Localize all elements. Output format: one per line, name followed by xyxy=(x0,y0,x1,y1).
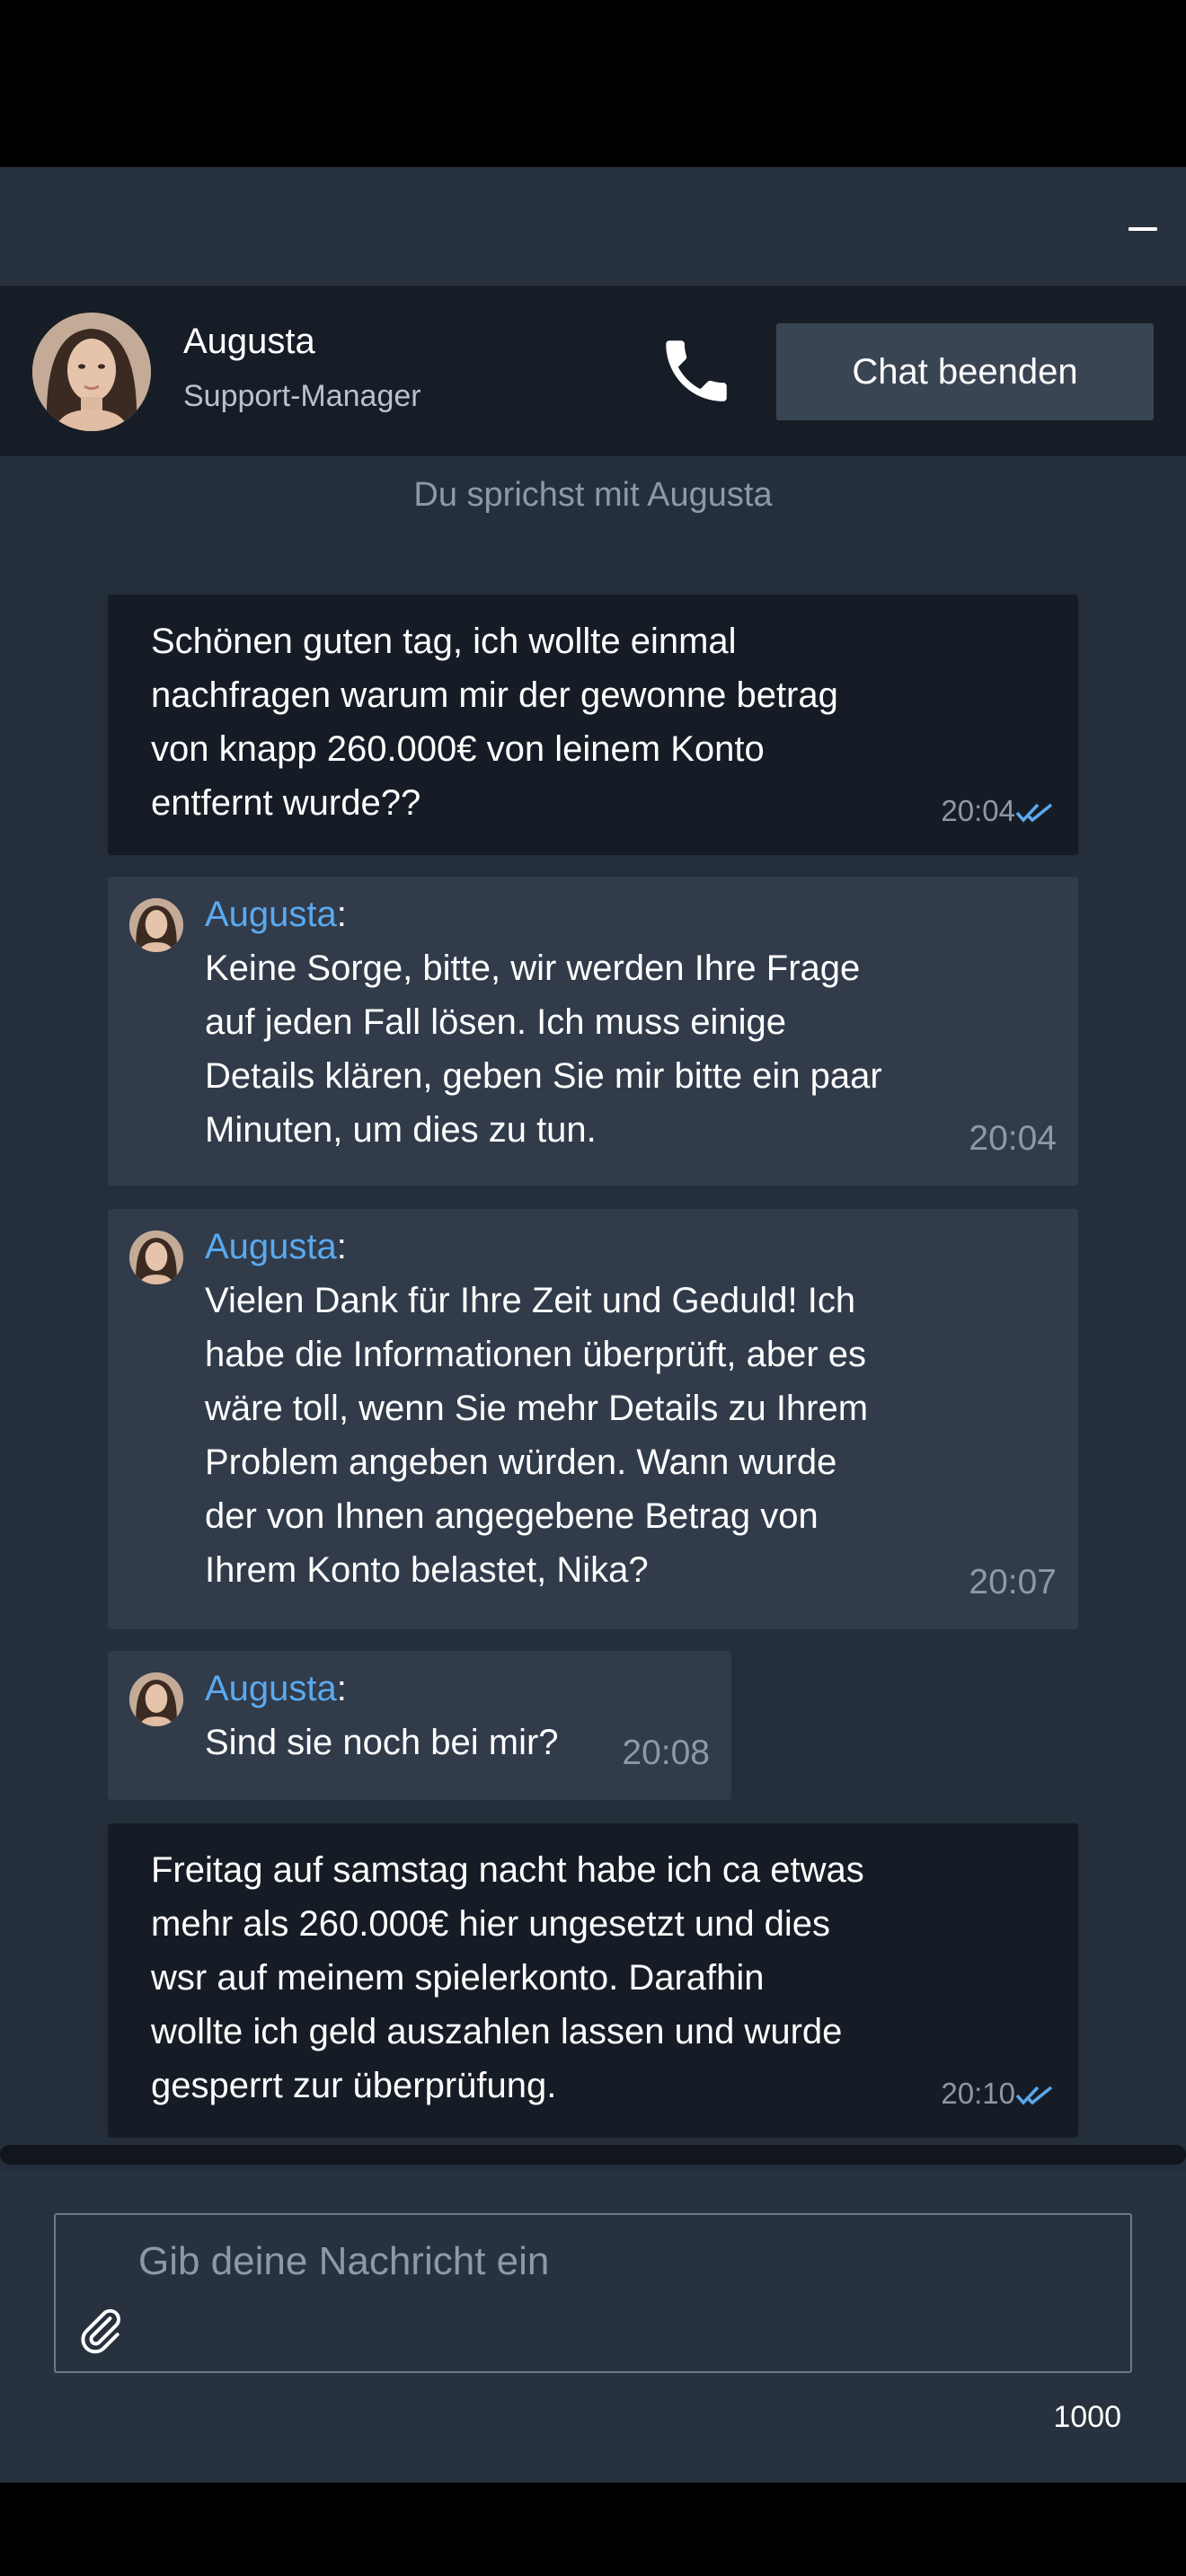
agent-message: Augusta: Keine Sorge, bitte, wir werden … xyxy=(108,877,1078,1186)
character-counter: 1000 xyxy=(1053,2400,1121,2434)
message-input-box[interactable] xyxy=(54,2213,1132,2373)
status-bar xyxy=(0,0,1186,167)
message-time: 20:08 xyxy=(622,1734,710,1772)
avatar xyxy=(129,1231,183,1284)
user-message: Freitag auf samstag nacht habe ich ca et… xyxy=(108,1823,1078,2138)
message-time: 20:04 xyxy=(941,794,1015,827)
sender-name: Augusta xyxy=(205,895,337,934)
agent-message: Augusta: Sind sie noch bei mir? 20:08 xyxy=(108,1651,731,1800)
message-list[interactable]: Schönen guten tag, ich wollte einmal nac… xyxy=(0,167,1186,2154)
agent-message: Augusta: Vielen Dank für Ihre Zeit und G… xyxy=(108,1209,1078,1629)
message-time: 20:04 xyxy=(969,1119,1057,1158)
double-check-icon xyxy=(1015,803,1053,823)
message-input[interactable] xyxy=(138,2235,1091,2289)
message-text: Sind sie noch bei mir? xyxy=(205,1723,559,1762)
message-text: Schönen guten tag, ich wollte einmal nac… xyxy=(151,622,838,823)
paperclip-icon[interactable] xyxy=(75,2305,126,2355)
double-check-icon xyxy=(1015,2086,1053,2105)
user-message: Schönen guten tag, ich wollte einmal nac… xyxy=(108,595,1078,855)
message-composer: 1000 xyxy=(0,2172,1186,2483)
avatar xyxy=(129,1672,183,1726)
chat-window: Augusta Support-Manager Chat beenden Du … xyxy=(0,167,1186,2483)
avatar xyxy=(129,898,183,952)
navigation-bar xyxy=(0,2483,1186,2576)
message-time: 20:10 xyxy=(941,2077,1015,2110)
scroll-edge xyxy=(0,2145,1186,2165)
message-time: 20:07 xyxy=(969,1563,1057,1601)
message-text: Freitag auf samstag nacht habe ich ca et… xyxy=(151,1850,864,2105)
sender-name: Augusta xyxy=(205,1669,337,1708)
sender-name: Augusta xyxy=(205,1227,337,1266)
message-text: Vielen Dank für Ihre Zeit und Geduld! Ic… xyxy=(205,1281,869,1590)
message-text: Keine Sorge, bitte, wir werden Ihre Frag… xyxy=(205,948,882,1150)
